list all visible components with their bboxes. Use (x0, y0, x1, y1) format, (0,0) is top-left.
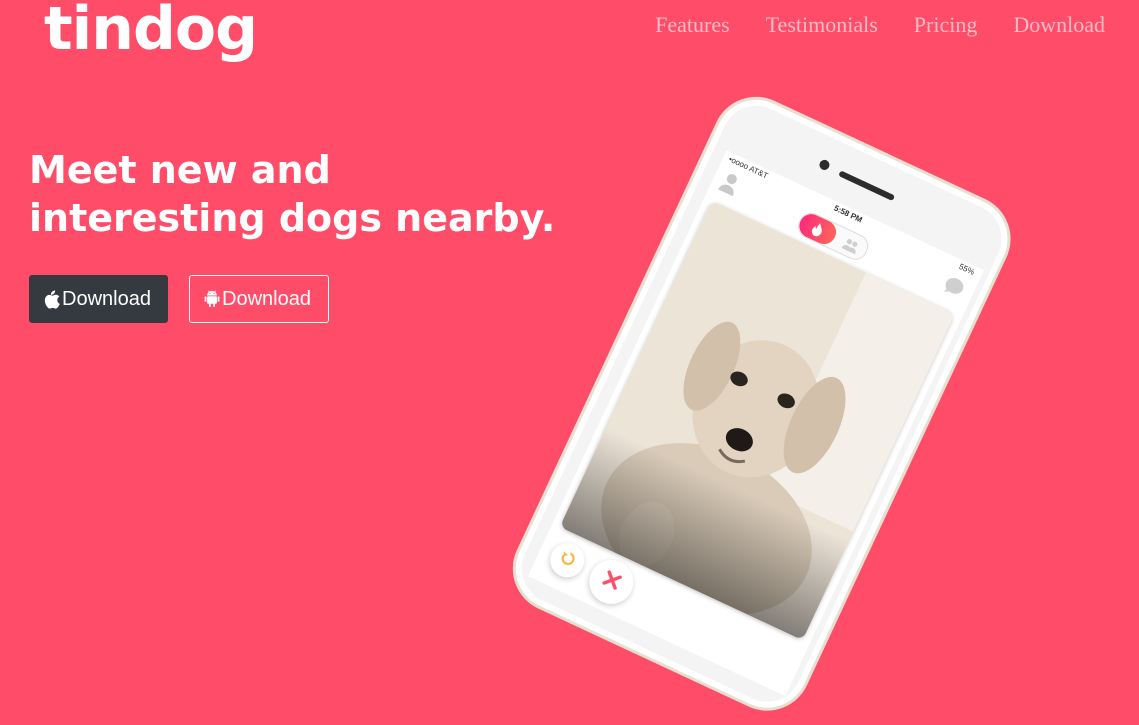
android-icon (204, 290, 220, 308)
nav-link-download[interactable]: Download (1013, 12, 1105, 38)
status-battery: 55% (957, 261, 976, 277)
rewind-button[interactable] (544, 537, 590, 583)
phone-screen: •oooo AT&T 5:58 PM 55% (527, 150, 984, 697)
apple-download-label: Download (62, 287, 151, 310)
profile-icon (717, 170, 743, 198)
nav-link-pricing[interactable]: Pricing (914, 12, 978, 38)
apple-icon (44, 289, 60, 309)
nope-button[interactable] (582, 552, 641, 612)
phone-frame: •oooo AT&T 5:58 PM 55% (498, 82, 1026, 725)
android-download-button[interactable]: Download (189, 275, 329, 323)
phone-mockup: •oooo AT&T 5:58 PM 55% (498, 82, 1026, 725)
apple-download-button[interactable]: Download (29, 275, 168, 323)
brand-logo[interactable]: tindog (44, 0, 258, 64)
hero-headline-line1: Meet new and (29, 148, 331, 192)
nav-link-features[interactable]: Features (655, 12, 730, 38)
hero-headline: Meet new and interesting dogs nearby. (29, 146, 555, 242)
chat-icon (941, 274, 968, 301)
phone-camera (817, 158, 832, 172)
android-download-label: Download (222, 287, 311, 310)
hero-headline-line2: interesting dogs nearby. (29, 196, 556, 240)
nope-icon (597, 567, 625, 597)
phone-earpiece (838, 170, 896, 202)
status-time: 5:58 PM (832, 203, 864, 225)
nav-link-testimonials[interactable]: Testimonials (766, 12, 878, 38)
rewind-icon (556, 548, 579, 573)
group-icon (841, 235, 861, 255)
top-nav: Features Testimonials Pricing Download (655, 12, 1105, 38)
